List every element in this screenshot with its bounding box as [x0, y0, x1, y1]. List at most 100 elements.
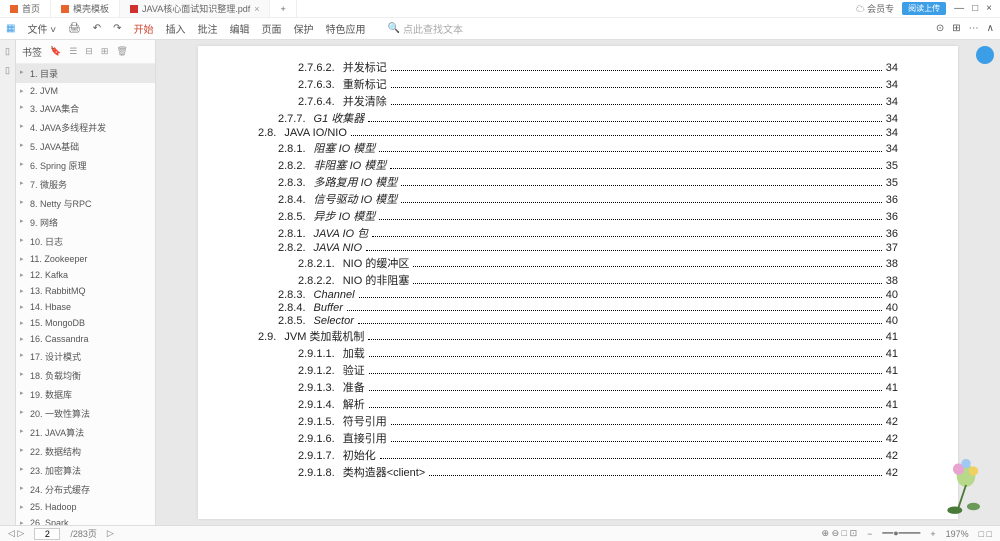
menu-file[interactable]: 文件 ˅ [27, 21, 56, 36]
side-tab-icon[interactable]: ▯ [5, 65, 10, 76]
sidebar-item[interactable]: 2. JVM [16, 83, 155, 99]
sidebar-item[interactable]: 9. 网络 [16, 213, 155, 232]
zoom-in-icon[interactable]: + [930, 529, 935, 539]
sidebar-item[interactable]: 22. 数据结构 [16, 442, 155, 461]
bookmark-icon[interactable]: 🔖 [50, 46, 61, 57]
search-input[interactable]: 🔍 点此查找文本 [388, 21, 463, 36]
toc-entry[interactable]: 2.9.1.6.直接引用42 [258, 430, 898, 446]
sidebar-item[interactable]: 26. Spark [16, 515, 155, 525]
toc-entry[interactable]: 2.8.3.多路复用 IO 模型35 [258, 174, 898, 190]
minimize-icon[interactable]: — [954, 3, 964, 14]
toc-entry[interactable]: 2.8.2.非阻塞 IO 模型35 [258, 157, 898, 173]
toc-entry[interactable]: 2.8.2.JAVA NIO37 [258, 242, 898, 254]
toc-entry[interactable]: 2.9.1.7.初始化42 [258, 447, 898, 463]
expand-icon[interactable]: ⊞ [101, 46, 109, 57]
toc-entry[interactable]: 2.8.2.1.NIO 的缓冲区38 [258, 255, 898, 271]
upload-button[interactable]: 阅读上传 [902, 2, 946, 15]
toc-number: 2.8.1. [278, 228, 306, 240]
sidebar-item[interactable]: 6. Spring 原理 [16, 156, 155, 175]
sidebar-item[interactable]: 20. 一致性算法 [16, 404, 155, 423]
toc-entry[interactable]: 2.8.JAVA IO/NIO34 [258, 127, 898, 139]
tab-home[interactable]: 首页 [0, 0, 51, 17]
menu-insert[interactable]: 插入 [166, 21, 186, 36]
sidebar-item[interactable]: 19. 数据库 [16, 385, 155, 404]
sidebar-item[interactable]: 8. Netty 与RPC [16, 194, 155, 213]
sidebar-item[interactable]: 15. MongoDB [16, 315, 155, 331]
toc-entry[interactable]: 2.9.1.1.加载41 [258, 345, 898, 361]
sidebar-item[interactable]: 12. Kafka [16, 267, 155, 283]
toc-entry[interactable]: 2.8.5.异步 IO 模型36 [258, 208, 898, 224]
sidebar-item[interactable]: 16. Cassandra [16, 331, 155, 347]
sidebar-item[interactable]: 13. RabbitMQ [16, 283, 155, 299]
menu-icon[interactable]: 🖨 [68, 23, 81, 34]
sidebar-item[interactable]: 5. JAVA基础 [16, 137, 155, 156]
toolbar-icon[interactable]: ⋯ [969, 23, 979, 34]
maximize-icon[interactable]: □ [972, 3, 978, 14]
toc-entry[interactable]: 2.9.1.5.符号引用42 [258, 413, 898, 429]
menu-protect[interactable]: 保护 [294, 21, 314, 36]
list-icon[interactable]: ☰ [69, 46, 77, 57]
sidebar-item[interactable]: 23. 加密算法 [16, 461, 155, 480]
sidebar-item[interactable]: 11. Zookeeper [16, 251, 155, 267]
menu-start[interactable]: 开始 [134, 21, 154, 36]
sidebar-list: 1. 目录2. JVM3. JAVA集合4. JAVA多线程并发5. JAVA基… [16, 64, 155, 525]
toc-entry[interactable]: 2.7.6.4.并发清除34 [258, 93, 898, 109]
sidebar-item[interactable]: 14. Hbase [16, 299, 155, 315]
sidebar-item[interactable]: 10. 日志 [16, 232, 155, 251]
cloud-icon[interactable]: ☁ 会员专 [856, 2, 895, 15]
side-tab-icon[interactable]: ▯ [5, 46, 10, 57]
menu-annotate[interactable]: 批注 [198, 21, 218, 36]
close-icon[interactable]: × [986, 3, 992, 14]
tab-add[interactable]: + [270, 0, 296, 17]
fit-icons[interactable]: □ □ [979, 529, 992, 539]
toolbar-icon[interactable]: ⊙ [936, 23, 944, 34]
toc-entry[interactable]: 2.8.4.Buffer40 [258, 302, 898, 314]
menu-edit[interactable]: 编辑 [230, 21, 250, 36]
zoom-out-icon[interactable]: − [867, 529, 872, 539]
toc-entry[interactable]: 2.8.2.2.NIO 的非阻塞38 [258, 272, 898, 288]
delete-icon[interactable]: 🗑 [116, 46, 127, 57]
toc-entry[interactable]: 2.9.JVM 类加载机制41 [258, 328, 898, 344]
view-icons[interactable]: ⊕ ⊖ □ ⊡ [822, 528, 858, 539]
collapse-icon[interactable]: ⊟ [85, 46, 93, 57]
sidebar-item[interactable]: 21. JAVA算法 [16, 423, 155, 442]
sidebar-item[interactable]: 1. 目录 [16, 64, 155, 83]
menu-page[interactable]: 页面 [262, 21, 282, 36]
page-input[interactable] [34, 528, 60, 540]
sidebar-item[interactable]: 17. 设计模式 [16, 347, 155, 366]
menu-icon[interactable]: ↶ [93, 23, 101, 34]
toolbar-icon[interactable]: ⊞ [952, 23, 960, 34]
tab-document[interactable]: JAVA核心面试知识整理.pdf× [120, 0, 270, 17]
sidebar-item[interactable]: 3. JAVA集合 [16, 99, 155, 118]
toc-entry[interactable]: 2.8.1.JAVA IO 包36 [258, 225, 898, 241]
toc-entry[interactable]: 2.8.3.Channel40 [258, 289, 898, 301]
toc-entry[interactable]: 2.8.5.Selector40 [258, 315, 898, 327]
toc-entry[interactable]: 2.9.1.3.准备41 [258, 379, 898, 395]
menu-icon[interactable]: ↷ [113, 23, 121, 34]
sidebar-item[interactable]: 24. 分布式缓存 [16, 480, 155, 499]
nav-next-icon[interactable]: ▷ [107, 528, 114, 539]
toc-entry[interactable]: 2.8.1.阻塞 IO 模型34 [258, 140, 898, 156]
toc-entry[interactable]: 2.9.1.8.类构造器<client>42 [258, 464, 898, 480]
toc-title: 异步 IO 模型 [314, 208, 376, 224]
tab-template[interactable]: 模壳模板 [51, 0, 120, 17]
close-icon[interactable]: × [254, 4, 259, 14]
assistant-icon[interactable] [976, 46, 994, 64]
toc-entry[interactable]: 2.8.4.信号驱动 IO 模型36 [258, 191, 898, 207]
sidebar-item[interactable]: 18. 负载均衡 [16, 366, 155, 385]
toc-entry[interactable]: 2.9.1.2.验证41 [258, 362, 898, 378]
toc-entry[interactable]: 2.7.6.3.重新标记34 [258, 76, 898, 92]
sidebar-item[interactable]: 25. Hadoop [16, 499, 155, 515]
toc-entry[interactable]: 2.7.6.2.并发标记34 [258, 59, 898, 75]
document-viewport[interactable]: 2.7.6.2.并发标记342.7.6.3.重新标记342.7.6.4.并发清除… [156, 40, 1000, 525]
zoom-slider[interactable]: ━━●━━━━ [882, 528, 920, 539]
toc-entry[interactable]: 2.7.7.G1 收集器34 [258, 110, 898, 126]
sidebar-item[interactable]: 4. JAVA多线程并发 [16, 118, 155, 137]
sidebar-item[interactable]: 7. 微服务 [16, 175, 155, 194]
menu-feature[interactable]: 特色应用 [326, 21, 366, 36]
toolbar-icon[interactable]: ∧ [987, 23, 994, 34]
menu-app-icon[interactable]: ▦ [6, 23, 15, 34]
toc-entry[interactable]: 2.9.1.4.解析41 [258, 396, 898, 412]
toc-number: 2.8.1. [278, 143, 306, 155]
nav-icons[interactable]: ◁ ▷ [8, 528, 24, 539]
